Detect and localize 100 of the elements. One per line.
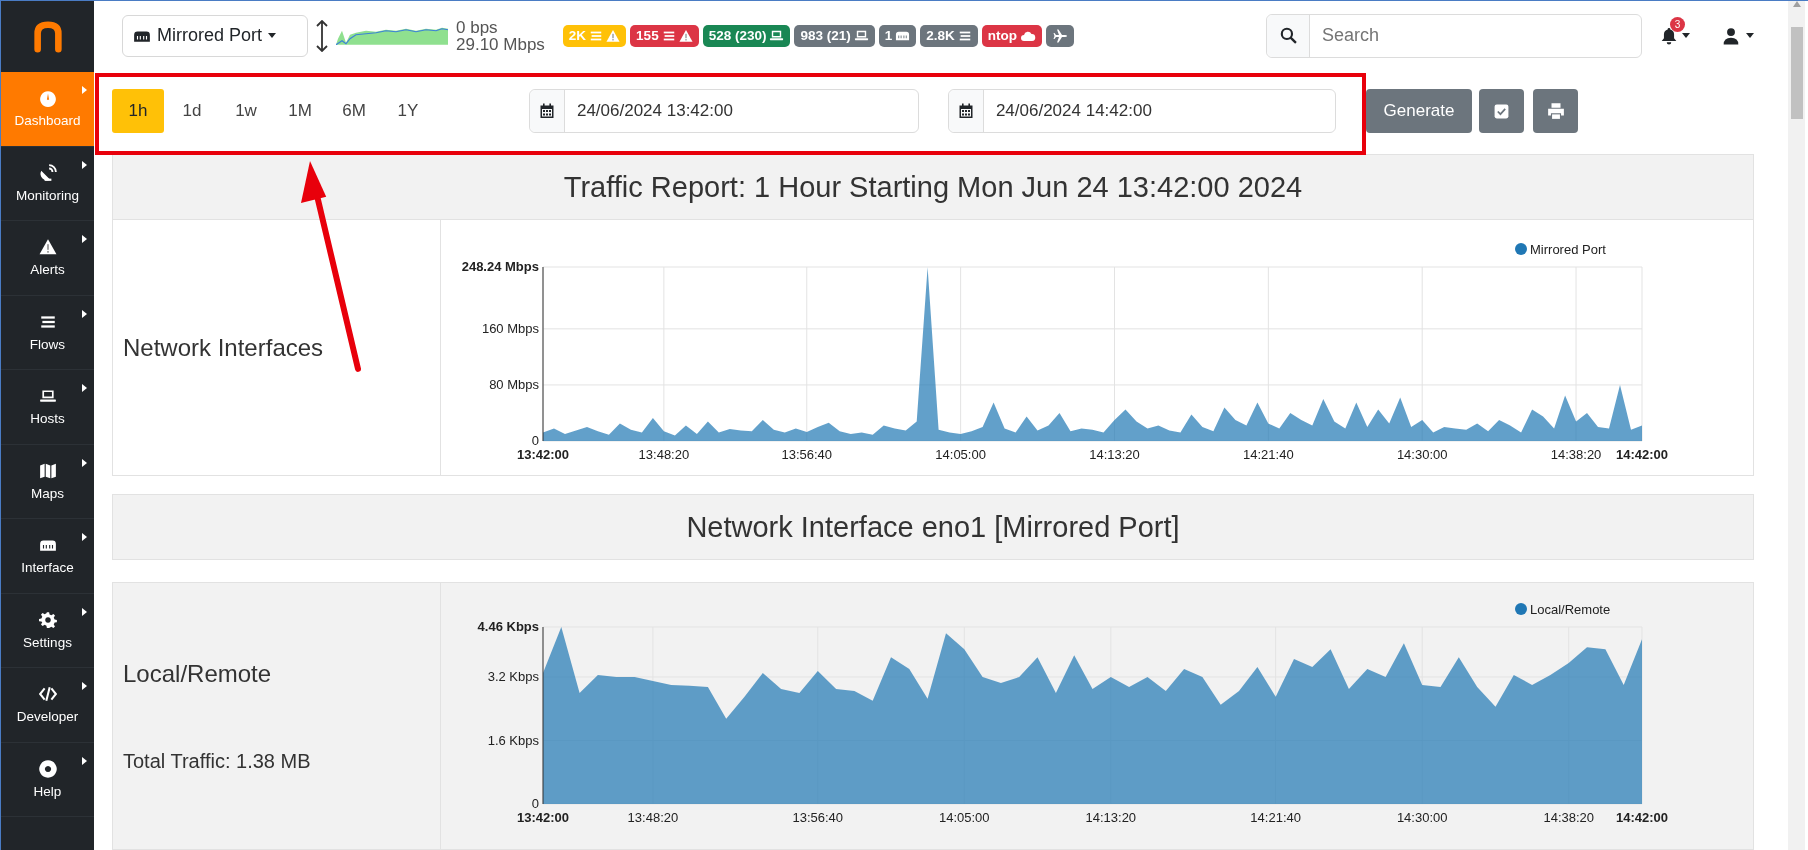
interface-dropdown[interactable]: Mirrored Port <box>122 14 308 57</box>
axis-label: 160 Mbps <box>481 321 539 337</box>
section-heading: Network Interface eno1 [Mirrored Port] <box>112 494 1754 561</box>
caret-icon <box>1746 33 1754 39</box>
plane-icon <box>1052 27 1069 44</box>
scroll-up-icon <box>1792 1 1801 7</box>
bell-icon <box>1660 26 1678 45</box>
caret-icon <box>82 160 87 169</box>
caret-icon <box>82 682 87 690</box>
status-badge[interactable]: 1 <box>878 24 917 47</box>
sidebar-item[interactable]: Alerts <box>1 221 94 296</box>
axis-label: 14:30:00 <box>1396 810 1448 826</box>
sidebar-item[interactable]: Interface <box>1 519 94 594</box>
axis-label: 1.6 Kbps <box>487 732 539 748</box>
sidebar-item[interactable]: Settings <box>1 593 94 668</box>
warning-icon <box>678 28 693 43</box>
scrollbar[interactable] <box>1788 1 1805 850</box>
up-down-arrow-icon <box>314 19 330 52</box>
caret-icon <box>82 86 87 94</box>
checkbox-button[interactable] <box>1479 89 1524 134</box>
axis-label: 248.24 Mbps <box>461 259 539 275</box>
user-icon <box>1722 26 1740 45</box>
axis-label: 14:42:00 <box>1616 447 1668 463</box>
satellite-dish-icon <box>38 163 57 182</box>
caret-icon <box>82 458 87 467</box>
sidebar-item[interactable]: Hosts <box>1 370 94 445</box>
axis-label: 14:05:00 <box>935 447 986 463</box>
axis-label: 14:05:00 <box>939 810 990 826</box>
status-badge[interactable]: 2.8K <box>920 24 978 47</box>
caret-icon <box>82 309 87 318</box>
axis-label: 0 <box>531 796 539 812</box>
download-rate: 29.10 Mbps <box>456 35 545 53</box>
section-label: Local/Remote <box>123 659 273 688</box>
status-badge[interactable]: ntop <box>981 24 1043 47</box>
axis-label: 0 <box>531 433 539 449</box>
gauge-icon <box>38 89 57 108</box>
caret-icon <box>82 756 87 765</box>
map-icon <box>38 461 57 480</box>
generate-button[interactable]: Generate <box>1366 89 1472 134</box>
range-tab[interactable]: 6M <box>328 89 380 134</box>
axis-label: 14:38:20 <box>1550 447 1602 463</box>
legend-label: Mirrored Port <box>1530 242 1606 258</box>
sidebar-item[interactable]: Flows <box>1 295 94 370</box>
axis-label: 14:42:00 <box>1616 810 1668 826</box>
status-badge[interactable] <box>1046 24 1075 47</box>
search-field[interactable]: Search <box>1310 14 1641 57</box>
caret-icon <box>82 607 87 616</box>
scrollbar-thumb[interactable] <box>1790 27 1803 119</box>
axis-label: 14:21:40 <box>1250 810 1301 826</box>
range-tab[interactable]: 1d <box>166 89 218 134</box>
checkbox-icon <box>1493 102 1510 120</box>
axis-label: 14:21:40 <box>1243 447 1294 463</box>
warning-icon <box>606 28 621 43</box>
axis-label: 13:48:20 <box>627 810 679 826</box>
logo-icon <box>31 20 64 53</box>
user-menu-button[interactable] <box>1722 26 1754 45</box>
section-heading: Traffic Report: 1 Hour Starting Mon Jun 24 13:42:00 2024 <box>112 153 1754 221</box>
axis-label: 14:13:20 <box>1085 810 1137 826</box>
legend-label: Local/Remote <box>1530 602 1611 618</box>
axis-label: 13:56:40 <box>792 810 844 826</box>
search-icon <box>1279 27 1297 45</box>
caret-icon <box>82 533 87 541</box>
range-tab[interactable]: 1h <box>112 89 164 134</box>
sidebar-item[interactable]: Developer <box>1 668 94 743</box>
axis-label: 14:13:20 <box>1089 447 1140 463</box>
search-box[interactable]: Search <box>1266 13 1642 58</box>
printer-icon <box>1546 102 1565 121</box>
sidebar-item[interactable]: Monitoring <box>1 146 94 221</box>
code-icon <box>38 685 57 704</box>
axis-label: 14:30:00 <box>1396 447 1448 463</box>
axis-label: 13:42:00 <box>517 447 569 463</box>
axis-label: 3.2 Kbps <box>487 669 539 685</box>
caret-icon <box>268 33 277 39</box>
calendar-icon <box>957 103 974 120</box>
axis-label: 80 Mbps <box>489 377 539 393</box>
section-label: Network Interfaces <box>123 333 325 362</box>
notification-count: 3 <box>1670 16 1685 32</box>
axis-label: 13:56:40 <box>781 447 833 463</box>
sidebar-item[interactable]: Maps <box>1 444 94 519</box>
total-traffic: Total Traffic: 1.38 MB <box>123 749 312 773</box>
status-badge[interactable]: 983 (21) <box>794 24 875 47</box>
gear-icon <box>38 610 57 629</box>
axis-label: 14:38:20 <box>1543 810 1595 826</box>
range-tab[interactable]: 1M <box>274 89 326 134</box>
print-button[interactable] <box>1533 89 1578 134</box>
caret-icon <box>82 384 87 392</box>
sidebar-item[interactable]: Help <box>1 742 94 817</box>
range-tab[interactable]: 1Y <box>382 89 434 134</box>
warning-icon <box>38 238 57 257</box>
axis-label: 4.46 Kbps <box>477 619 539 635</box>
axis-label: 13:48:20 <box>638 447 690 463</box>
axis-label: 13:42:00 <box>517 810 569 826</box>
status-badge[interactable]: 528 (230) <box>702 24 791 47</box>
calendar-icon <box>538 103 555 120</box>
caret-icon <box>1682 33 1690 39</box>
caret-icon <box>82 235 87 243</box>
status-badge[interactable]: 155 <box>630 24 699 47</box>
upload-rate: 0 bps <box>456 18 499 36</box>
notifications-button[interactable] <box>1660 26 1690 45</box>
range-tab[interactable]: 1w <box>220 89 272 134</box>
